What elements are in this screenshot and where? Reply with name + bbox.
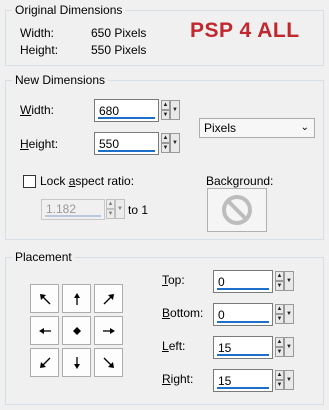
units-select[interactable]: Pixels ⌄ [199,118,315,138]
top-spinner[interactable]: ▲ ▼ ▼ [275,271,294,291]
width-input[interactable] [95,100,158,118]
anchor-left-button[interactable] [30,316,59,345]
spin-down-icon[interactable]: ▼ [161,110,170,120]
spin-up-icon: ▲ [106,199,115,209]
arrow-down-left-icon [39,357,50,368]
spin-up-icon[interactable]: ▲ [161,133,170,143]
bottom-input[interactable] [214,304,272,322]
center-dot-icon [72,326,81,335]
top-label: Top: [162,273,185,287]
width-dropdown-icon[interactable]: ▼ [170,100,180,120]
spin-up-icon[interactable]: ▲ [161,100,170,110]
anchor-top-button[interactable] [62,284,91,313]
anchor-center-button[interactable] [62,316,91,345]
height-input[interactable] [95,133,158,151]
right-spinner[interactable]: ▲ ▼ ▼ [275,370,294,390]
spin-down-icon[interactable]: ▼ [275,347,284,357]
anchor-top-left-button[interactable] [30,284,59,313]
aspect-dropdown-icon: ▼ [115,199,125,219]
arrow-down-right-icon [103,357,114,368]
arrow-up-icon [73,292,80,305]
background-color-swatch[interactable] [207,188,267,232]
spin-up-icon[interactable]: ▲ [275,304,284,314]
right-field[interactable] [213,369,273,392]
background-label: Background: [206,174,274,188]
original-dimensions-title: Original Dimensions [12,3,126,17]
aspect-ratio-spinner: ▲ ▼ ▼ [106,199,125,219]
spin-up-icon[interactable]: ▲ [275,370,284,380]
spin-down-icon[interactable]: ▼ [275,314,284,324]
width-spinner[interactable]: ▲ ▼ ▼ [161,100,180,120]
spin-down-icon[interactable]: ▼ [275,281,284,291]
original-width-value: 650 Pixels [91,26,147,40]
height-label: Height: [20,137,59,151]
right-label: Right: [162,372,194,386]
height-dropdown-icon[interactable]: ▼ [170,133,180,153]
bottom-spinner[interactable]: ▲ ▼ ▼ [275,304,294,324]
arrow-left-icon [38,327,51,334]
spin-down-icon: ▼ [106,209,115,219]
original-height-value: 550 Pixels [91,43,147,57]
anchor-right-button[interactable] [94,316,123,345]
height-field[interactable] [94,132,159,155]
top-dropdown-icon[interactable]: ▼ [284,271,294,291]
bottom-field[interactable] [213,303,273,326]
chevron-down-icon: ⌄ [300,122,309,133]
lock-aspect-label: Lock aspect ratio: [40,174,135,188]
spin-up-icon[interactable]: ▲ [275,337,284,347]
top-input[interactable] [214,271,272,289]
aspect-ratio-field: 1.182 [41,199,105,220]
top-field[interactable] [213,270,273,293]
arrow-down-icon [73,356,80,369]
placement-title: Placement [12,250,75,264]
original-width-label: Width: [20,26,55,40]
arrow-right-icon [102,327,115,334]
right-dropdown-icon[interactable]: ▼ [284,370,294,390]
aspect-ratio-value: 1.182 [46,202,77,216]
left-label: Left: [162,339,186,353]
lock-aspect-checkbox[interactable] [23,175,36,188]
ratio-to-label: to 1 [128,203,149,217]
spin-up-icon[interactable]: ▲ [275,271,284,281]
units-select-value: Pixels [204,121,237,135]
right-input[interactable] [214,370,272,388]
spin-down-icon[interactable]: ▼ [161,143,170,153]
height-spinner[interactable]: ▲ ▼ ▼ [161,133,180,153]
width-field[interactable] [94,99,159,122]
anchor-bottom-button[interactable] [62,348,91,377]
anchor-bottom-left-button[interactable] [30,348,59,377]
anchor-bottom-right-button[interactable] [94,348,123,377]
new-dimensions-title: New Dimensions [12,73,109,87]
left-input[interactable] [214,337,272,355]
original-height-label: Height: [20,43,59,57]
left-dropdown-icon[interactable]: ▼ [284,337,294,357]
arrow-up-left-icon [39,293,50,304]
width-label: Width: [20,103,55,117]
left-spinner[interactable]: ▲ ▼ ▼ [275,337,294,357]
left-field[interactable] [213,336,273,359]
bottom-label: Bottom: [162,306,204,320]
arrow-up-right-icon [103,293,114,304]
spin-down-icon[interactable]: ▼ [275,380,284,390]
anchor-top-right-button[interactable] [94,284,123,313]
brand-watermark: PSP 4 ALL [190,19,300,42]
no-color-icon [222,195,252,225]
bottom-dropdown-icon[interactable]: ▼ [284,304,294,324]
